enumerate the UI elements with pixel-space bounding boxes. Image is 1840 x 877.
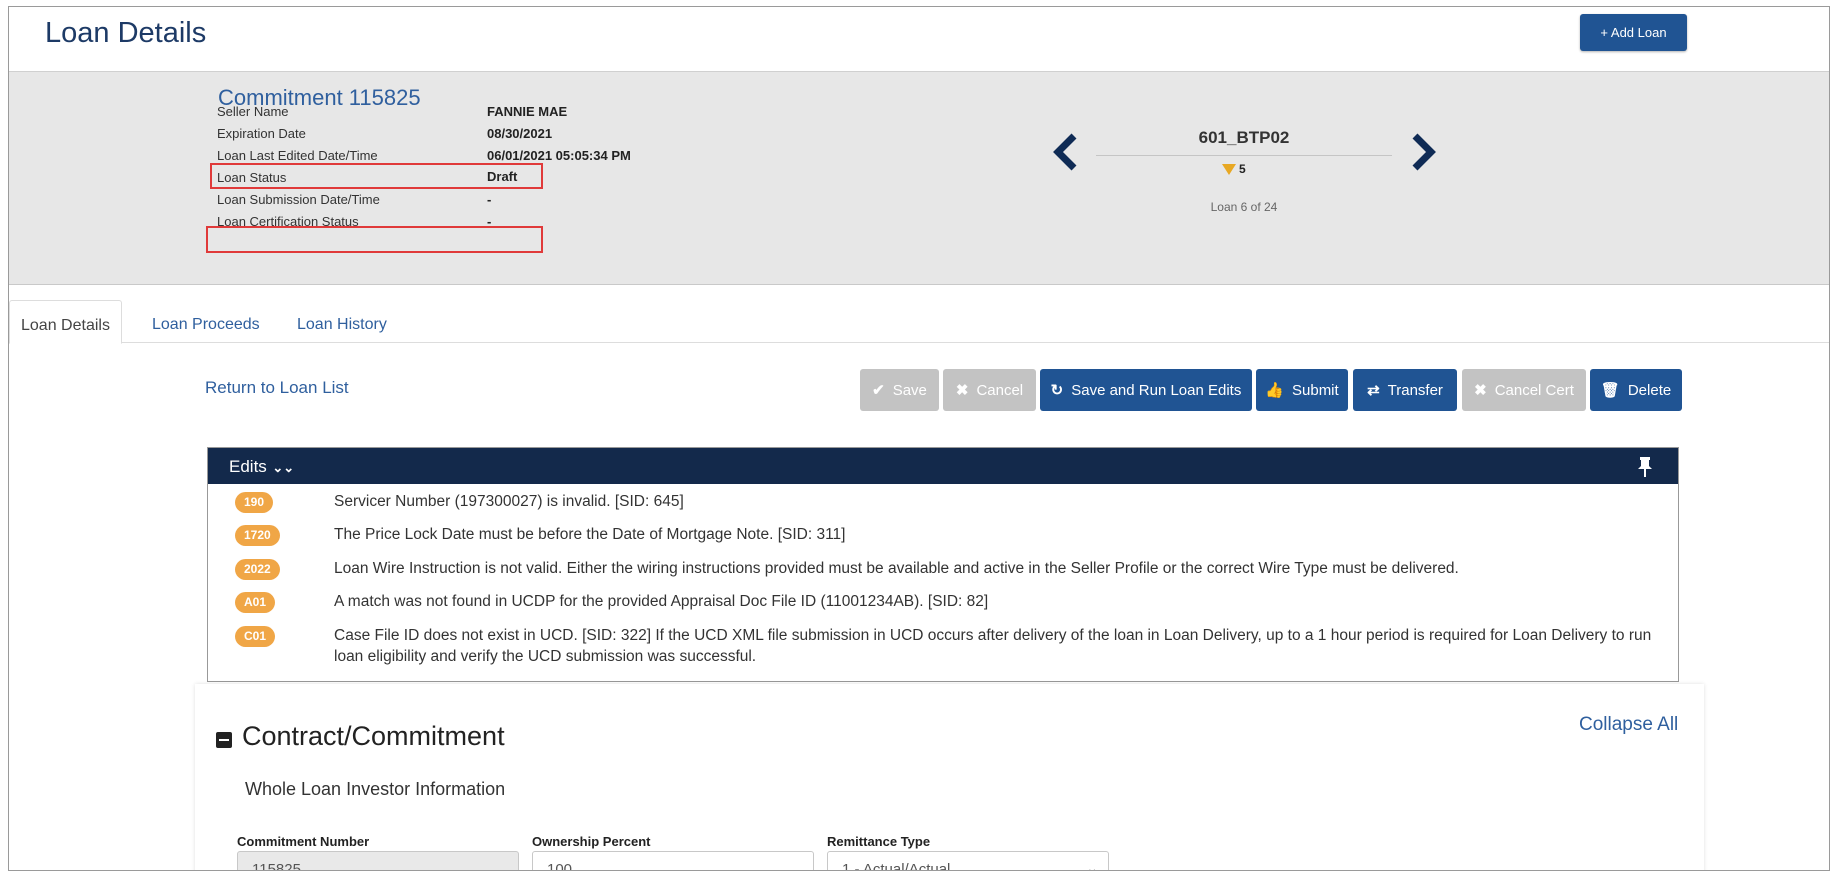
- check-icon: ✔: [872, 382, 885, 399]
- thumbs-up-icon: 👍: [1265, 382, 1284, 399]
- tab-bar: Loan Details Loan Proceeds Loan History: [9, 285, 1829, 344]
- delete-button-label: Delete: [1627, 381, 1672, 399]
- ownership-percent-label: Ownership Percent: [532, 834, 651, 849]
- cancel-cert-button-label: Cancel Cert: [1494, 381, 1574, 399]
- edits-title-text: Edits: [229, 457, 267, 476]
- chevron-right-icon[interactable]: [1409, 132, 1437, 180]
- save-and-run-edits-label: Save and Run Loan Edits: [1071, 381, 1242, 399]
- tab-loan-history[interactable]: Loan History: [286, 300, 398, 343]
- loan-position: Loan 6 of 24: [1210, 200, 1278, 214]
- flag-count: 5: [1239, 162, 1246, 176]
- edit-message: The Price Lock Date must be before the D…: [334, 526, 846, 543]
- trash-icon: 🗑: [1600, 382, 1620, 399]
- page-title: Loan Details: [45, 17, 207, 49]
- edits-header[interactable]: Edits ⌄⌄: [208, 448, 1678, 484]
- ownership-percent-field[interactable]: 100: [532, 851, 814, 870]
- remittance-type-label: Remittance Type: [827, 834, 931, 849]
- chevron-left-icon[interactable]: [1052, 132, 1080, 180]
- submission-date-label: Loan Submission Date/Time: [217, 192, 380, 207]
- edits-panel: Edits ⌄⌄ 190 Servicer Number (197300027)…: [207, 447, 1679, 682]
- save-and-run-edits-button[interactable]: ↻ Save and Run Loan Edits: [1040, 369, 1252, 411]
- commitment-summary: Commitment 115825 Seller Name FANNIE MAE…: [9, 71, 1829, 285]
- collapse-all-link[interactable]: Collapse All: [1579, 714, 1678, 736]
- submission-date-value: -: [487, 192, 492, 207]
- submit-button[interactable]: 👍 Submit: [1256, 369, 1348, 411]
- save-button[interactable]: ✔ Save: [860, 369, 939, 411]
- minus-square-icon[interactable]: [216, 732, 232, 748]
- loan-status-highlight: [210, 163, 543, 189]
- tab-loan-details[interactable]: Loan Details: [9, 300, 122, 344]
- edit-message: Loan Wire Instruction is not valid. Eith…: [334, 560, 1459, 577]
- certification-status-highlight: [206, 226, 543, 253]
- seller-name-label: Seller Name: [217, 104, 289, 119]
- remittance-type-select[interactable]: 1 - Actual/Actual ⌄: [827, 851, 1109, 871]
- edit-code-badge: 2022: [235, 559, 280, 580]
- swap-arrows-icon: ⇄: [1367, 382, 1380, 399]
- save-button-label: Save: [892, 381, 927, 399]
- transfer-button-label: Transfer: [1387, 381, 1443, 399]
- double-chevron-down-icon[interactable]: ⌄⌄: [269, 460, 294, 475]
- x-icon: ✖: [955, 382, 969, 399]
- app-frame: Loan Details + Add Loan Commitment 11582…: [8, 6, 1830, 871]
- loan-id: 601_BTP02: [1198, 128, 1290, 147]
- edit-code-badge: A01: [235, 592, 276, 613]
- refresh-icon: ↻: [1050, 382, 1064, 399]
- section-title: Contract/Commitment: [242, 721, 505, 751]
- cancel-button-label: Cancel: [976, 381, 1024, 399]
- commitment-number-field[interactable]: 115825: [237, 851, 519, 870]
- navigator-divider: [1096, 155, 1392, 156]
- subsection-title: Whole Loan Investor Information: [245, 779, 506, 799]
- transfer-button[interactable]: ⇄ Transfer: [1353, 369, 1457, 411]
- edit-flag: 5: [1222, 162, 1246, 176]
- add-loan-button[interactable]: + Add Loan: [1580, 14, 1687, 51]
- edit-code-badge: 190: [235, 492, 274, 513]
- x-icon: ✖: [1474, 382, 1487, 399]
- return-to-loan-list-link[interactable]: Return to Loan List: [205, 378, 349, 398]
- cancel-button[interactable]: ✖ Cancel: [943, 369, 1036, 411]
- remittance-type-value: 1 - Actual/Actual: [842, 861, 951, 871]
- edits-title: Edits ⌄⌄: [229, 457, 294, 477]
- last-edited-value: 06/01/2021 05:05:34 PM: [487, 148, 631, 163]
- seller-name-value: FANNIE MAE: [487, 104, 568, 119]
- chevron-down-icon: ⌄: [1086, 860, 1098, 871]
- cancel-cert-button[interactable]: ✖ Cancel Cert: [1462, 369, 1586, 411]
- top-header: Loan Details + Add Loan: [9, 7, 1829, 71]
- expiration-date-label: Expiration Date: [217, 126, 306, 141]
- edit-code-badge: 1720: [235, 525, 280, 546]
- last-edited-label: Loan Last Edited Date/Time: [217, 148, 378, 163]
- edit-message: Case File ID does not exist in UCD. [SID…: [334, 627, 1652, 665]
- tab-loan-proceeds[interactable]: Loan Proceeds: [141, 300, 271, 343]
- edit-code-badge: C01: [235, 626, 276, 647]
- edit-message: A match was not found in UCDP for the pr…: [334, 593, 989, 610]
- submit-button-label: Submit: [1292, 381, 1339, 399]
- delete-button[interactable]: 🗑 Delete: [1590, 369, 1682, 411]
- pin-icon[interactable]: [1636, 456, 1654, 478]
- commitment-number-label: Commitment Number: [237, 834, 370, 849]
- expiration-date-value: 08/30/2021: [487, 126, 553, 141]
- warning-flag-icon: [1222, 164, 1236, 176]
- contract-commitment-section: Contract/Commitment Collapse All Whole L…: [195, 684, 1704, 871]
- edit-message: Servicer Number (197300027) is invalid. …: [334, 493, 684, 510]
